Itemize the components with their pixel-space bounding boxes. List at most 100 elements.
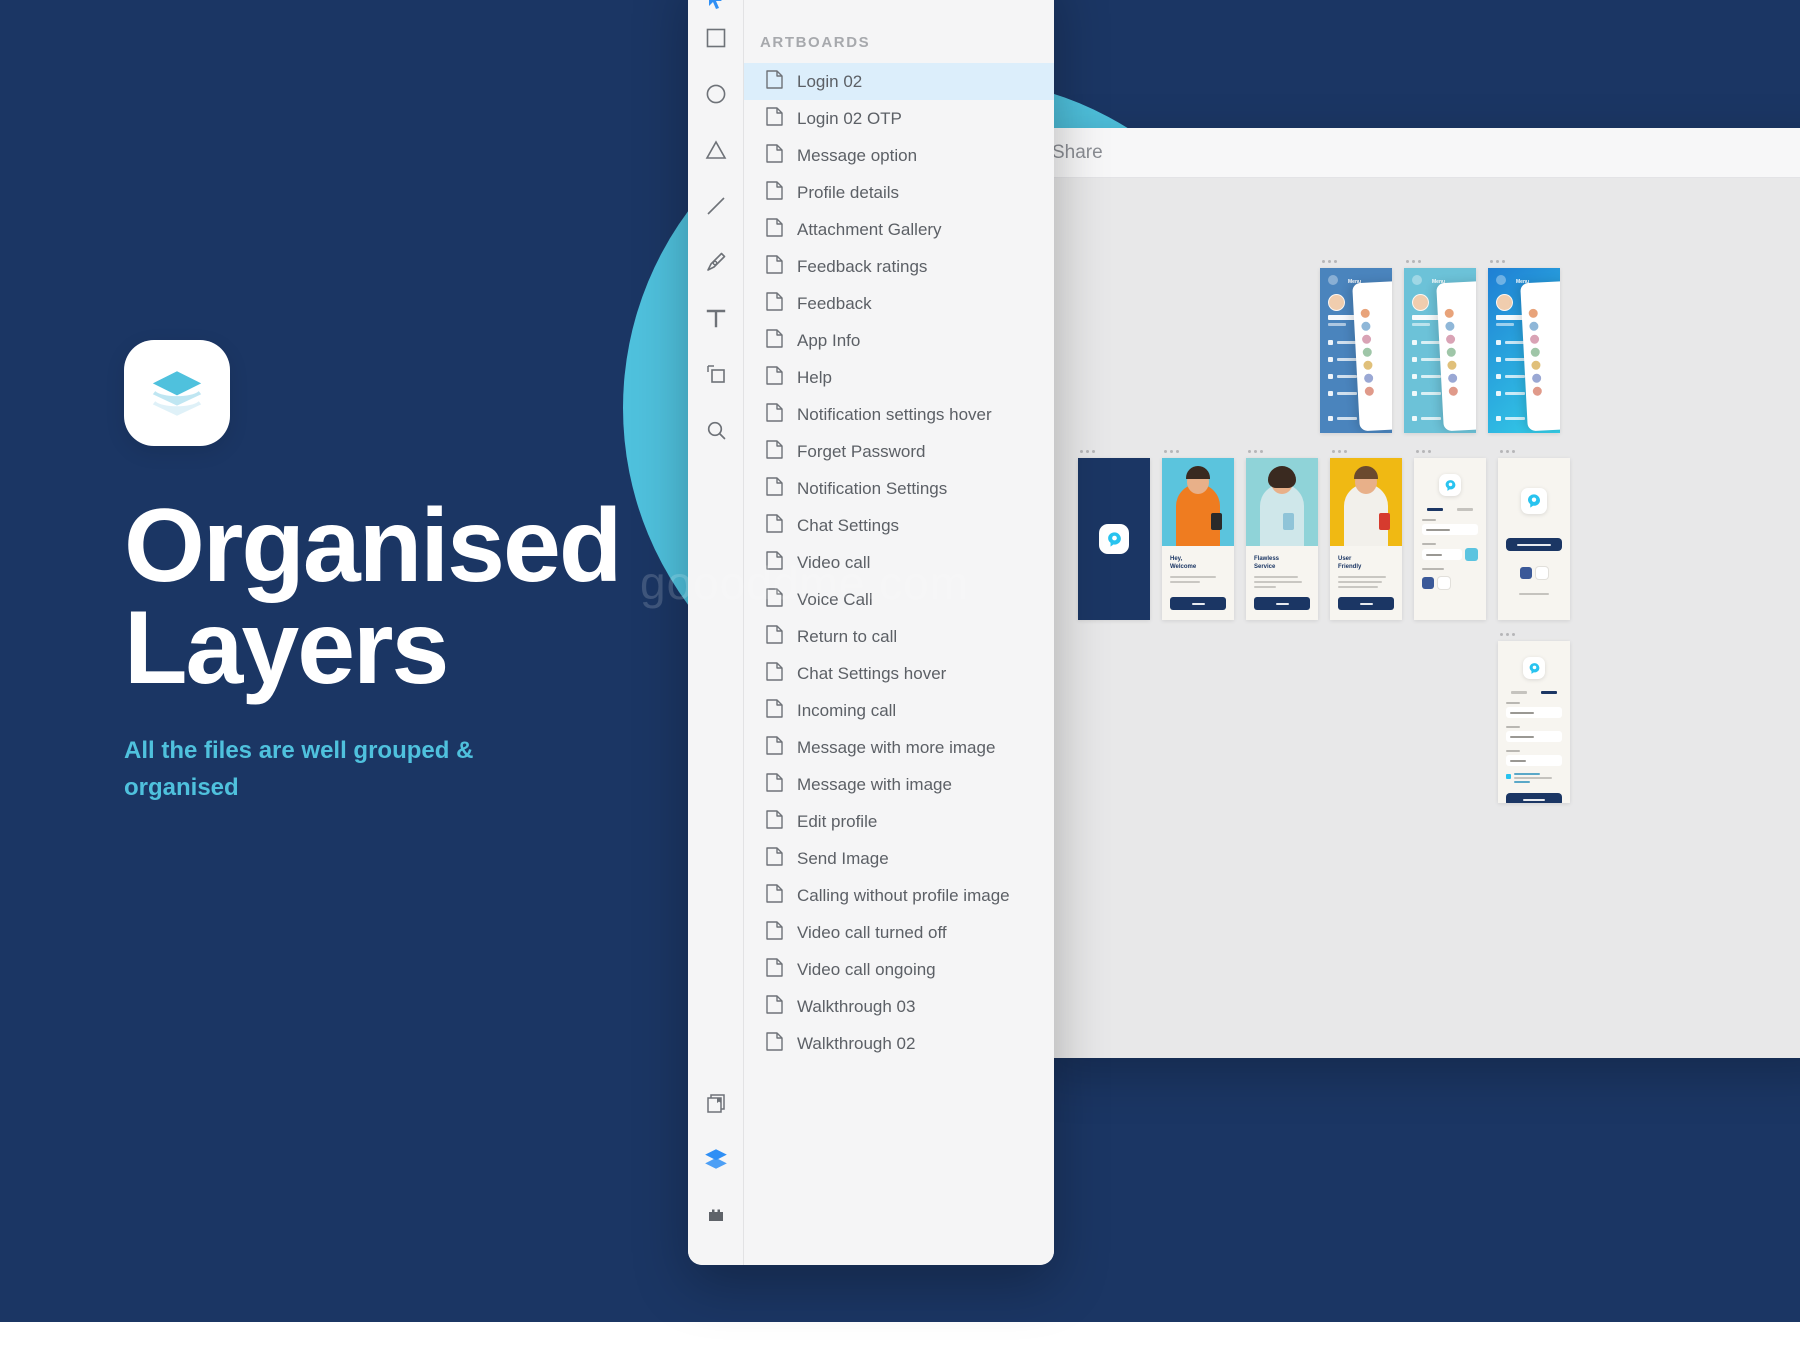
- create-account-button[interactable]: [1506, 793, 1562, 803]
- avatar-small: [1412, 275, 1422, 285]
- artboard-row[interactable]: Video call turned off: [744, 914, 1054, 951]
- auth-tabs[interactable]: [1414, 508, 1486, 511]
- social-login[interactable]: [1422, 577, 1478, 589]
- layers-panel-button[interactable]: [688, 1131, 744, 1187]
- share-button[interactable]: Share: [1052, 142, 1103, 164]
- artboard-tool[interactable]: [688, 346, 744, 402]
- facebook-icon[interactable]: [1422, 577, 1434, 589]
- text-tool[interactable]: [688, 290, 744, 346]
- tab-login[interactable]: [1511, 691, 1527, 694]
- password-field[interactable]: [1422, 549, 1462, 560]
- file-icon: [766, 772, 783, 792]
- onboarding-photo: [1246, 458, 1318, 546]
- artboard-phone-login[interactable]: [1498, 450, 1570, 620]
- tab-register[interactable]: [1541, 691, 1557, 694]
- artboard-row[interactable]: Login 02: [744, 63, 1054, 100]
- artboard-row[interactable]: Send Image: [744, 840, 1054, 877]
- password-field[interactable]: [1506, 755, 1562, 766]
- file-icon: [766, 994, 783, 1019]
- layers-stack-icon: [152, 371, 202, 416]
- artboard-row[interactable]: Return to call: [744, 618, 1054, 655]
- terms-checkbox[interactable]: [1506, 774, 1511, 779]
- menu-screen: Menu: [1404, 268, 1476, 433]
- file-icon: [766, 291, 783, 316]
- artboard-handle: [1330, 450, 1402, 453]
- artboard-row[interactable]: Attachment Gallery: [744, 211, 1054, 248]
- polygon-tool[interactable]: [688, 122, 744, 178]
- artboard-name: Voice Call: [797, 589, 873, 609]
- file-icon: [766, 180, 783, 205]
- pen-tool[interactable]: [688, 234, 744, 290]
- artboard-row[interactable]: Notification settings hover: [744, 396, 1054, 433]
- artboard-row[interactable]: Chat Settings hover: [744, 655, 1054, 692]
- google-icon[interactable]: [1438, 577, 1450, 589]
- artboard-menu-2[interactable]: Menu: [1404, 260, 1476, 433]
- artboard-row[interactable]: Forget Password: [744, 433, 1054, 470]
- tab-login[interactable]: [1427, 508, 1443, 511]
- tab-register[interactable]: [1457, 508, 1473, 511]
- google-icon[interactable]: [1536, 567, 1548, 579]
- artboard-handle: [1498, 450, 1570, 453]
- password-group: [1506, 750, 1562, 766]
- artboard-row[interactable]: Chat Settings: [744, 507, 1054, 544]
- file-icon: [766, 328, 783, 353]
- artboard-menu-3[interactable]: Menu: [1488, 260, 1560, 433]
- ellipse-tool[interactable]: [688, 66, 744, 122]
- pointer-tool[interactable]: [688, 0, 744, 10]
- artboard-handle: [1404, 260, 1476, 263]
- artboard-name: Walkthrough 02: [797, 1033, 916, 1053]
- facebook-icon[interactable]: [1520, 567, 1532, 579]
- artboard-row[interactable]: Help: [744, 359, 1054, 396]
- file-icon: [766, 809, 783, 834]
- social-login[interactable]: [1506, 567, 1562, 579]
- next-button[interactable]: [1254, 597, 1310, 610]
- file-icon: [766, 180, 783, 200]
- phone-login-button[interactable]: [1506, 538, 1562, 551]
- artboard-row[interactable]: Video call: [744, 544, 1054, 581]
- artboard-row[interactable]: Walkthrough 02: [744, 1025, 1054, 1062]
- artboard-row[interactable]: Edit profile: [744, 803, 1054, 840]
- file-icon: [766, 920, 783, 940]
- onboarding-body: [1254, 576, 1310, 589]
- artboard-row[interactable]: Voice Call: [744, 581, 1054, 618]
- start-button[interactable]: [1338, 597, 1394, 610]
- artboard-row[interactable]: Incoming call: [744, 692, 1054, 729]
- artboard-row[interactable]: Calling without profile image: [744, 877, 1054, 914]
- artboard-row[interactable]: Message option: [744, 137, 1054, 174]
- design-canvas[interactable]: Menu Menu Menu Hey, Welcome Flawless Ser…: [1042, 178, 1800, 1058]
- artboard-onboarding-1[interactable]: Hey, Welcome: [1162, 450, 1234, 620]
- artboard-row[interactable]: Message with image: [744, 766, 1054, 803]
- artboard-row[interactable]: Video call ongoing: [744, 951, 1054, 988]
- artboard-register[interactable]: [1498, 633, 1570, 803]
- artboard-row[interactable]: Profile details: [744, 174, 1054, 211]
- artboard-onboarding-3[interactable]: User Friendly: [1330, 450, 1402, 620]
- file-icon: [766, 624, 783, 649]
- artboard-name: Calling without profile image: [797, 885, 1010, 905]
- next-button[interactable]: [1170, 597, 1226, 610]
- line-tool[interactable]: [688, 178, 744, 234]
- file-icon: [766, 698, 783, 723]
- components-panel-button[interactable]: [688, 1187, 744, 1243]
- artboard-onboarding-2[interactable]: Flawless Service: [1246, 450, 1318, 620]
- email-field[interactable]: [1422, 524, 1478, 535]
- onboarding-heading: Flawless Service: [1254, 556, 1280, 571]
- email-field[interactable]: [1506, 731, 1562, 742]
- artboard-row[interactable]: Login 02 OTP: [744, 100, 1054, 137]
- artboard-row[interactable]: Notification Settings: [744, 470, 1054, 507]
- submit-arrow-button[interactable]: [1465, 548, 1478, 561]
- artboard-menu-1[interactable]: Menu: [1320, 260, 1392, 433]
- artboard-splash[interactable]: [1078, 450, 1150, 620]
- artboard-row[interactable]: App Info: [744, 322, 1054, 359]
- pages-panel-button[interactable]: [688, 1075, 744, 1131]
- auth-tabs[interactable]: [1498, 691, 1570, 694]
- rectangle-tool[interactable]: [688, 10, 744, 66]
- artboard-row[interactable]: Message with more image: [744, 729, 1054, 766]
- zoom-tool[interactable]: [688, 402, 744, 458]
- artboard-row[interactable]: Feedback ratings: [744, 248, 1054, 285]
- page-title: Organised Layers: [124, 488, 622, 706]
- fullname-field[interactable]: [1506, 707, 1562, 718]
- artboard-handle: [1488, 260, 1560, 263]
- artboard-login[interactable]: [1414, 450, 1486, 620]
- artboard-row[interactable]: Walkthrough 03: [744, 988, 1054, 1025]
- artboard-row[interactable]: Feedback: [744, 285, 1054, 322]
